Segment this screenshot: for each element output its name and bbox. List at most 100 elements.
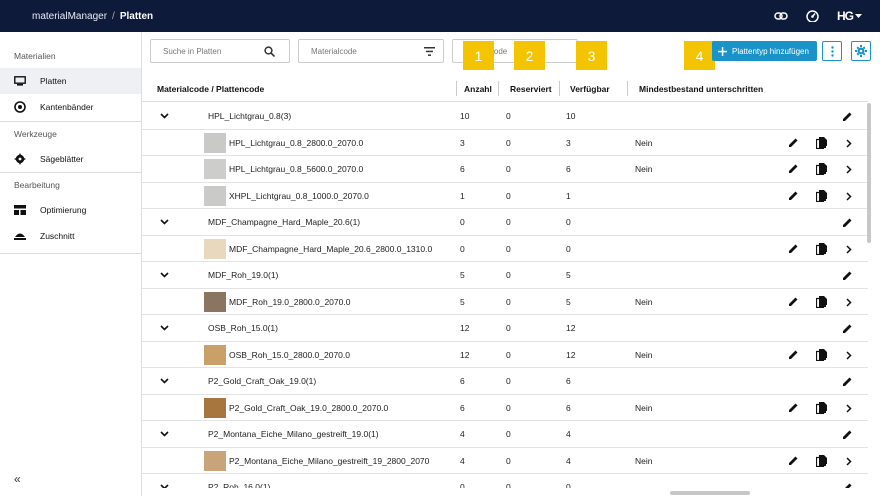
chevron-right-icon[interactable] — [846, 350, 852, 362]
edit-pencil-icon[interactable] — [842, 217, 853, 230]
expand-chevron-down-icon[interactable] — [160, 103, 169, 129]
table-row[interactable]: XHPL_Lichtgrau_0.8_1000.0_2070.0 1 0 1 — [142, 183, 868, 209]
edit-pencil-icon[interactable] — [788, 402, 799, 415]
group-row[interactable]: P2_Roh_16.0(1) 0 0 0 — [142, 474, 868, 488]
cell-anzahl: 0 — [460, 482, 465, 488]
table-row[interactable]: OSB_Roh_15.0_2800.0_2070.0 12 0 12 Nein — [142, 342, 868, 368]
edit-pencil-icon[interactable] — [788, 190, 799, 203]
cell-anzahl: 5 — [460, 296, 465, 307]
table-row[interactable]: HPL_Lichtgrau_0.8_2800.0_2070.0 3 0 3 Nein — [142, 130, 868, 156]
col-header-reserviert[interactable]: Reserviert — [510, 75, 552, 102]
expand-chevron-down-icon[interactable] — [160, 421, 169, 447]
add-plattentyp-button[interactable]: Plattentyp hinzufügen — [712, 41, 817, 61]
sidebar-item-optimierung[interactable]: Optimierung — [0, 197, 141, 223]
group-row[interactable]: P2_Montana_Eiche_Milano_gestreift_19.0(1… — [142, 421, 868, 448]
edit-pencil-icon[interactable] — [842, 482, 853, 488]
chevron-right-icon[interactable] — [846, 456, 852, 468]
plus-icon — [718, 46, 727, 56]
search-field[interactable]: Suche in Platten — [150, 39, 290, 63]
chevron-right-icon[interactable] — [846, 244, 852, 256]
sidebar-item-platten[interactable]: Platten — [0, 68, 141, 94]
expand-chevron-down-icon[interactable] — [160, 368, 169, 394]
edit-pencil-icon[interactable] — [842, 429, 853, 442]
sidebar-item-kantenbaender[interactable]: Kantenbänder — [0, 94, 141, 120]
cell-reserviert: 0 — [506, 111, 511, 121]
table-row[interactable]: P2_Gold_Craft_Oak_19.0_2800.0_2070.0 6 0 6 N… — [142, 395, 868, 421]
expand-chevron-down-icon[interactable] — [160, 262, 169, 288]
group-label: P2_Gold_Craft_Oak_19.0(1) — [208, 376, 317, 386]
edit-pencil-icon[interactable] — [788, 163, 799, 176]
collapse-sidebar-button[interactable]: « — [14, 472, 21, 486]
edit-pencil-icon[interactable] — [842, 323, 853, 336]
sidebar-item-zuschnitt[interactable]: Zuschnitt — [0, 223, 141, 249]
annotation-badge-4: 4 — [684, 41, 715, 70]
breadcrumb: materialManager / Platten — [32, 11, 153, 22]
chevron-right-icon[interactable] — [846, 297, 852, 309]
table-row[interactable]: P2_Montana_Eiche_Milano_gestreift_19_280… — [142, 448, 868, 474]
copy-icon[interactable] — [815, 136, 827, 151]
table-row[interactable]: MDF_Champagne_Hard_Maple_20.6_2800.0_131… — [142, 236, 868, 262]
cell-anzahl: 12 — [460, 349, 470, 360]
group-row[interactable]: HPL_Lichtgrau_0.8(3) 10 0 10 — [142, 103, 868, 130]
cell-reserviert: 0 — [506, 164, 511, 174]
materialcode-filter[interactable]: Materialcode — [298, 39, 444, 63]
vertical-scrollbar[interactable] — [867, 103, 871, 243]
horizontal-scrollbar[interactable] — [670, 491, 750, 495]
material-swatch — [204, 291, 226, 312]
col-header-verfuegbar[interactable]: Verfügbar — [570, 75, 610, 102]
edit-pencil-icon[interactable] — [788, 455, 799, 468]
chevron-right-icon[interactable] — [846, 403, 852, 415]
chevron-right-icon[interactable] — [846, 138, 852, 150]
edit-pencil-icon[interactable] — [788, 243, 799, 256]
edit-pencil-icon[interactable] — [788, 349, 799, 362]
chevron-right-icon[interactable] — [846, 191, 852, 203]
expand-chevron-down-icon[interactable] — [160, 474, 169, 488]
sidebar-item-saegeblaetter[interactable]: Sägeblätter — [0, 146, 141, 172]
material-swatch — [204, 185, 226, 206]
edit-pencil-icon[interactable] — [788, 296, 799, 309]
edit-pencil-icon[interactable] — [788, 137, 799, 150]
more-vertical-icon — [830, 45, 834, 57]
group-label: MDF_Roh_19.0(1) — [208, 270, 279, 280]
edit-pencil-icon[interactable] — [842, 111, 853, 124]
copy-icon[interactable] — [815, 295, 827, 310]
group-row[interactable]: OSB_Roh_15.0(1) 12 0 12 — [142, 315, 868, 342]
cell-anzahl: 1 — [460, 190, 465, 201]
expand-chevron-down-icon[interactable] — [160, 209, 169, 235]
col-header-anzahl[interactable]: Anzahl — [464, 75, 492, 102]
copy-icon[interactable] — [815, 163, 827, 177]
cell-mindestbestand: Nein — [635, 296, 653, 307]
col-header-mindestbestand[interactable]: Mindestbestand unterschritten — [639, 75, 763, 102]
cell-reserviert: 0 — [506, 482, 511, 488]
group-row[interactable]: MDF_Champagne_Hard_Maple_20.6(1) 0 0 0 — [142, 209, 868, 236]
cell-mindestbestand: Nein — [635, 349, 653, 360]
cell-reserviert: 0 — [506, 270, 511, 280]
table-row[interactable]: HPL_Lichtgrau_0.8_5600.0_2070.0 6 0 6 Nein — [142, 156, 868, 183]
more-options-button[interactable] — [822, 41, 842, 61]
search-input[interactable]: Suche in Platten — [163, 47, 221, 56]
table-row[interactable]: MDF_Roh_19.0_2800.0_2070.0 5 0 5 Nein — [142, 289, 868, 315]
settings-button[interactable] — [851, 41, 871, 61]
copy-icon[interactable] — [815, 401, 827, 416]
chevron-right-icon[interactable] — [846, 165, 852, 176]
col-header-code[interactable]: Materialcode / Plattencode — [157, 75, 264, 102]
link-icon[interactable] — [774, 11, 788, 21]
filter-icon — [424, 47, 435, 56]
copy-icon[interactable] — [815, 348, 827, 363]
copy-icon[interactable] — [815, 454, 827, 469]
edit-pencil-icon[interactable] — [842, 270, 853, 283]
user-menu-button[interactable]: HG — [837, 9, 862, 23]
group-row[interactable]: P2_Gold_Craft_Oak_19.0(1) 6 0 6 — [142, 368, 868, 395]
group-row[interactable]: MDF_Roh_19.0(1) 5 0 5 — [142, 262, 868, 289]
copy-icon[interactable] — [815, 242, 827, 257]
edit-pencil-icon[interactable] — [842, 376, 853, 389]
copy-icon[interactable] — [815, 189, 827, 204]
plattencode-label: HPL_Lichtgrau_0.8_5600.0_2070.0 — [229, 164, 364, 174]
expand-chevron-down-icon[interactable] — [160, 315, 169, 341]
plattencode-label: MDF_Champagne_Hard_Maple_20.6_2800.0_131… — [229, 243, 433, 254]
cell-anzahl: 0 — [460, 217, 465, 227]
app-name[interactable]: materialManager — [32, 11, 107, 22]
speedometer-icon[interactable] — [806, 10, 819, 22]
material-swatch — [204, 238, 226, 259]
materialcode-input[interactable]: Materialcode — [311, 47, 357, 56]
